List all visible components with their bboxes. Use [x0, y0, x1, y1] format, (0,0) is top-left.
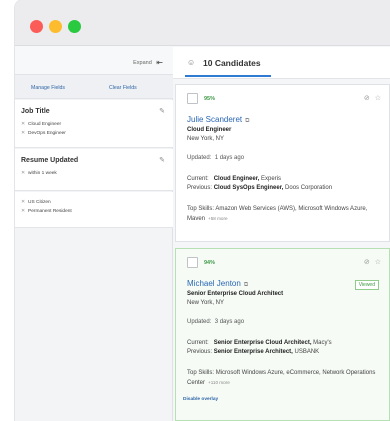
remove-x-icon: ✕	[21, 200, 26, 205]
title-bar	[15, 0, 390, 46]
filter-chip[interactable]: ✕ DevOps Engineer	[21, 131, 66, 136]
candidate-card[interactable]: 94% ⊘ ☆ Michael Jenton ⧉ Viewed Senior Ent…	[175, 248, 390, 421]
remove-x-icon: ✕	[21, 171, 26, 176]
collapse-arrow-icon: ⇤	[156, 58, 163, 67]
remove-x-icon: ✕	[21, 131, 26, 136]
updated-line: Updated: 1 days ago	[187, 155, 245, 161]
current-line: Current: Cloud Engineer, Experis	[187, 176, 282, 182]
filter-chip[interactable]: ✕ Cloud Engineer	[21, 122, 61, 127]
select-checkbox[interactable]	[187, 257, 198, 268]
external-link-icon: ⧉	[243, 282, 249, 288]
expand-label: Expand	[133, 59, 152, 66]
filter-title: Resume Updated	[21, 157, 79, 164]
more-skills-link[interactable]: +110 more	[208, 380, 230, 385]
clear-fields-link[interactable]: Clear Fields	[109, 85, 137, 91]
edit-pencil-icon[interactable]: ✎	[159, 156, 165, 164]
candidate-card[interactable]: 95% ⊘ ☆ Julie Scanderet ⧉ Cloud Engineer N…	[175, 84, 390, 242]
viewed-badge: Viewed	[354, 280, 379, 290]
hide-icon[interactable]: ⊘	[364, 259, 370, 266]
current-line: Current: Senior Enterprise Cloud Archite…	[187, 340, 332, 346]
select-checkbox[interactable]	[187, 93, 198, 104]
manage-fields-link[interactable]: Manage Fields	[31, 85, 65, 91]
candidate-name-link[interactable]: Julie Scanderet ⧉	[187, 115, 249, 125]
edit-pencil-icon[interactable]: ✎	[159, 107, 165, 115]
previous-line: Previous: Cloud SysOps Engineer, Doos Co…	[187, 185, 333, 191]
remove-x-icon: ✕	[21, 122, 26, 127]
field-actions: Manage Fields Clear Fields	[15, 75, 173, 99]
people-icon: ☺	[187, 58, 196, 67]
candidates-tab[interactable]: 10 Candidates	[203, 58, 261, 68]
app-window: Expand ⇤ Manage Fields Clear Fields Job …	[15, 0, 390, 421]
filter-sidebar: Expand ⇤ Manage Fields Clear Fields Job …	[15, 47, 173, 421]
filter-job-title: Job Title ✎ ✕ Cloud Engineer ✕ DevOps Engi…	[15, 100, 173, 148]
more-skills-link[interactable]: +58 more	[208, 216, 228, 221]
top-skills: Top Skills: Amazon Web Services (AWS), M…	[187, 206, 368, 222]
match-score: 94%	[204, 260, 216, 266]
filter-chip[interactable]: ✕ within 1 week	[21, 171, 57, 176]
candidate-role: Cloud Engineer	[187, 127, 232, 133]
star-icon[interactable]: ☆	[375, 95, 381, 102]
filter-chip[interactable]: ✕ US Citizen	[21, 200, 51, 205]
match-score: 95%	[204, 96, 216, 102]
filter-chip[interactable]: ✕ Permanent Resident	[21, 209, 72, 214]
filter-citizenship: ✕ US Citizen ✕ Permanent Resident	[15, 192, 173, 228]
top-skills: Top Skills: Microsoft Windows Azure, eCo…	[187, 370, 376, 386]
minimize-window-button[interactable]	[49, 20, 62, 33]
star-icon[interactable]: ☆	[375, 259, 381, 266]
hide-icon[interactable]: ⊘	[364, 95, 370, 102]
expand-button[interactable]: Expand ⇤	[15, 47, 173, 75]
candidate-name-link[interactable]: Michael Jenton ⧉	[187, 279, 248, 289]
card-actions: ⊘ ☆	[359, 258, 381, 266]
remove-x-icon: ✕	[21, 209, 26, 214]
candidate-role: Senior Enterprise Cloud Architect	[187, 291, 284, 297]
candidate-location: New York, NY	[187, 136, 225, 142]
tab-underline	[185, 75, 271, 77]
candidate-location: New York, NY	[187, 300, 225, 306]
candidates-header: ☺ 10 Candidates	[173, 47, 390, 79]
filter-resume-updated: Resume Updated ✎ ✕ within 1 week	[15, 149, 173, 191]
candidate-panel: ☺ 10 Candidates 95% ⊘ ☆ Julie Scanderet ⧉ …	[173, 47, 390, 421]
previous-line: Previous: Senior Enterprise Architect, U…	[187, 349, 320, 355]
updated-line: Updated: 3 days ago	[187, 319, 245, 325]
disable-overlay-link[interactable]: Disable overlay	[183, 397, 218, 402]
close-window-button[interactable]	[30, 20, 43, 33]
maximize-window-button[interactable]	[68, 20, 81, 33]
filter-title: Job Title	[21, 108, 50, 115]
card-actions: ⊘ ☆	[359, 94, 381, 102]
external-link-icon: ⧉	[245, 118, 250, 124]
